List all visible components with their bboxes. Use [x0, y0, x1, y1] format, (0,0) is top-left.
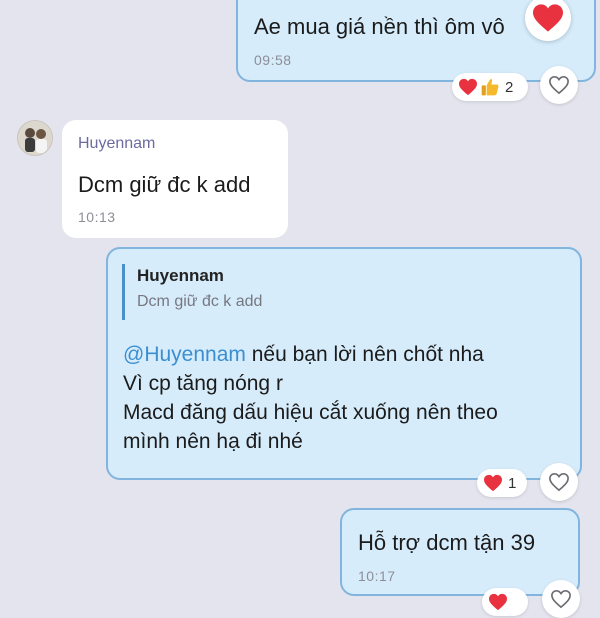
mention-link[interactable]: @Huyennam: [123, 343, 246, 366]
message-line-3: Macd đăng dấu hiệu cắt xuống nên theo: [123, 401, 498, 424]
message-line-1: @Huyennam nếu bạn lời nên chốt nha: [123, 340, 573, 369]
react-button-partial[interactable]: [542, 580, 580, 618]
reply-quote-name: Huyennam: [137, 266, 224, 285]
avatar-image: [18, 121, 52, 155]
heart-outline-icon: [551, 589, 571, 609]
heart-outline-icon: [549, 472, 569, 492]
avatar[interactable]: [17, 120, 53, 156]
thumbs-up-icon: [481, 79, 499, 96]
reaction-count: 1: [508, 474, 517, 492]
message-text: @Huyennam nếu bạn lời nên chốt nha Vì cp…: [123, 340, 573, 456]
heart-icon: [533, 4, 563, 32]
heart-icon: [484, 474, 502, 492]
message-bubble-own-reply[interactable]: Huyennam Dcm giữ đc k add @Huyennam nếu …: [106, 247, 582, 480]
message-bubble-other[interactable]: Huyennam Dcm giữ đc k add 10:13: [62, 120, 288, 238]
reaction-summary-partial[interactable]: [482, 588, 528, 616]
react-button[interactable]: [540, 463, 578, 501]
message-time: 09:58: [254, 52, 292, 68]
react-button[interactable]: [540, 66, 578, 104]
message-text: Ae mua giá nền thì ôm vô: [254, 14, 505, 39]
heart-outline-icon: [549, 75, 569, 95]
reaction-count: 2: [505, 78, 514, 96]
heart-icon: [489, 593, 507, 611]
message-text-clip: Ae mua giá nền thì ôm vô: [254, 14, 544, 44]
message-time: 10:13: [78, 209, 116, 225]
message-time: 10:17: [358, 568, 396, 584]
reply-quote[interactable]: Huyennam Dcm giữ đc k add: [122, 264, 262, 320]
message-line-2: Vì cp tăng nóng r: [123, 372, 283, 395]
message-line-4: mình nên hạ đi nhé: [123, 430, 303, 453]
message-text: Dcm giữ đc k add: [78, 172, 251, 197]
message-bubble-own[interactable]: Hỗ trợ dcm tận 39 10:17: [340, 508, 580, 596]
message-line-1-text: nếu bạn lời nên chốt nha: [245, 343, 484, 366]
reaction-summary[interactable]: 1: [477, 469, 527, 497]
reply-quote-text: Dcm giữ đc k add: [137, 293, 263, 310]
message-text: Hỗ trợ dcm tận 39: [358, 530, 536, 555]
reaction-summary[interactable]: 2: [452, 73, 528, 101]
sender-name: Huyennam: [78, 135, 156, 152]
heart-icon: [459, 78, 477, 96]
